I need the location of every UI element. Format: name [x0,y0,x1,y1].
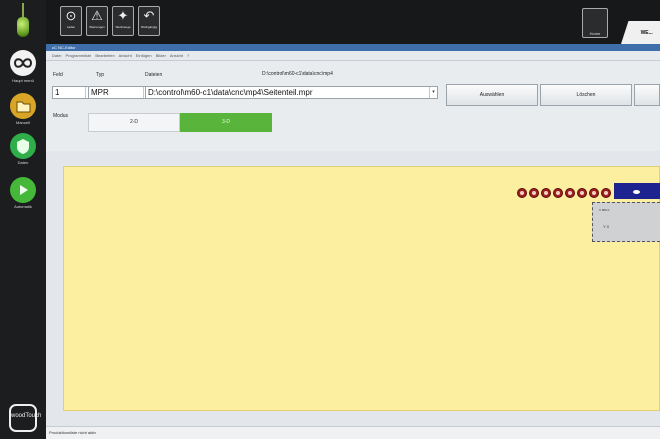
file-select-value: D:\control\m60-c1\data\cnc\mp4\Seitentei… [148,88,313,97]
drill-hole[interactable] [553,188,563,198]
chevron-down-icon: ▾ [429,87,437,98]
home-button[interactable]: Home [582,8,608,38]
type-select[interactable]: MPR ▾ [88,86,152,99]
select-button[interactable]: Auswählen [446,84,538,106]
status-bar: Produktionsliste nicht aktiv [46,426,660,439]
tools-label: Werkzeuge [115,25,131,29]
woodtouch-logo[interactable]: woodTouch [9,404,41,432]
manual-button[interactable] [10,93,36,119]
shield-icon [17,139,29,154]
sidebar-label-main: Haupt menü [12,78,34,83]
drill-hole[interactable] [517,188,527,198]
extra-button[interactable] [634,84,660,106]
file-selection-form [46,61,660,151]
coordinate-x: X 800.0 [599,208,610,212]
tab-workpiece[interactable]: WE... [621,21,660,44]
drill-hole[interactable] [541,188,551,198]
infinity-icon [13,58,33,68]
undo-label: Rückgängig [141,25,157,29]
workpiece-panel[interactable] [63,166,660,411]
type-select-value: MPR [91,88,109,97]
tool-icon: ✦ [117,8,129,23]
left-sidebar: Haupt menü Manuell Daten Automatik woodT… [0,0,46,439]
files-label: Dateien [145,72,163,78]
coordinate-y: Y 0 [603,224,609,229]
play-icon [20,185,28,195]
top-toolbar: ⊙ Laden ⚠ Warnungen ✦ Werkzeuge ↶ Rückgä… [46,0,660,44]
warnings-label: Warnungen [89,25,105,29]
type-label: Typ [96,72,105,78]
dialog-title-bar: cC NC-Editor [46,44,660,51]
drill-hole[interactable] [589,188,599,198]
mode-3d-button[interactable]: 3-D [180,113,272,132]
data-button[interactable] [10,133,36,159]
path-caption: D:\control\m60-c1\data\cnc\mp4 [262,71,333,77]
warning-icon: ⚠ [91,8,103,23]
sidebar-label-manual: Manuell [15,120,30,125]
load-label: Laden [66,25,76,29]
coordinate-panel: X 800.0 Y 0 [592,202,660,242]
eye-icon [633,190,640,194]
main-menu-button[interactable] [10,50,36,76]
drill-hole[interactable] [577,188,587,198]
undo-icon: ↶ [143,8,155,23]
folder-icon [16,101,31,113]
view-nav-block[interactable] [614,183,660,199]
sidebar-label-data: Daten [17,160,29,165]
tools-button[interactable]: ✦ Werkzeuge [112,6,134,36]
load-button[interactable]: ⊙ Laden [60,6,82,36]
mode-label: Modus [53,113,69,119]
drill-hole[interactable] [601,188,611,198]
download-icon: ⊙ [65,8,77,23]
sidebar-label-automatic: Automatik [14,204,32,209]
drill-hole[interactable] [529,188,539,198]
automatic-button[interactable] [10,177,36,203]
status-lamp-icon [17,3,29,39]
field-label: Feld [53,72,63,78]
undo-button[interactable]: ↶ Rückgängig [138,6,160,36]
dialog-menu-bar[interactable]: Datei Programmliste Bearbeiten Ansicht E… [46,51,660,61]
drill-hole[interactable] [565,188,575,198]
field-select-value: 1 [55,88,60,97]
tab-workpiece-label: WE... [640,30,653,36]
delete-button[interactable]: Löschen [540,84,632,106]
mode-2d-button[interactable]: 2-D [88,113,180,132]
warnings-button[interactable]: ⚠ Warnungen [86,6,108,36]
file-select[interactable]: D:\control\m60-c1\data\cnc\mp4\Seitentei… [145,86,438,99]
